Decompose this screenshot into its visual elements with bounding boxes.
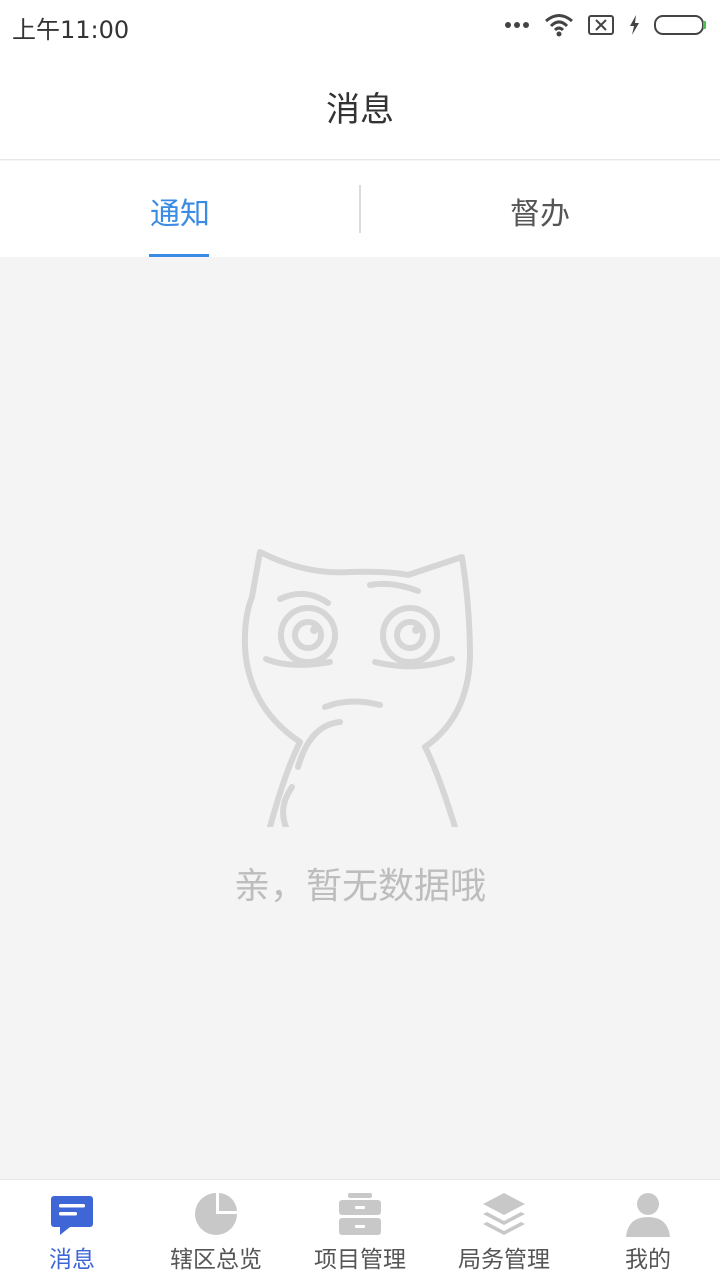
battery-icon	[654, 15, 706, 35]
message-icon	[51, 1196, 93, 1235]
person-icon	[626, 1193, 670, 1237]
tab-supervise-label: 督办	[510, 197, 570, 232]
tab-bar: 通知 督办	[0, 161, 720, 257]
empty-state-message: 亲，暂无数据哦	[233, 866, 486, 907]
nav-item-project-management[interactable]: 项目管理	[288, 1180, 432, 1280]
tab-notice[interactable]: 通知	[0, 161, 360, 257]
nav-item-mine[interactable]: 我的	[576, 1180, 720, 1280]
bottom-nav: 消息 辖区总览 项目管理 局务管理 我的	[0, 1179, 720, 1280]
nav-item-bureau-management[interactable]: 局务管理	[432, 1180, 576, 1280]
status-bar: 上午11:00	[0, 0, 720, 52]
nav-label-messages: 消息	[49, 1247, 95, 1273]
cabinet-icon	[339, 1193, 381, 1235]
no-sim-icon	[588, 15, 614, 35]
app-bar: 消息	[0, 52, 720, 160]
nav-label-bureau-management: 局务管理	[458, 1247, 550, 1273]
nav-label-project-management: 项目管理	[314, 1247, 406, 1273]
pie-chart-icon	[195, 1193, 237, 1235]
sad-cat-illustration	[241, 549, 473, 827]
nav-item-district-overview[interactable]: 辖区总览	[144, 1180, 288, 1280]
layers-icon	[483, 1193, 525, 1235]
tab-notice-label: 通知	[150, 197, 210, 232]
tab-supervise[interactable]: 督办	[360, 161, 720, 257]
page-title: 消息	[326, 90, 394, 130]
more-dots-icon	[505, 22, 529, 28]
nav-label-district-overview: 辖区总览	[170, 1247, 262, 1273]
status-icons	[504, 10, 708, 40]
empty-content-area: 亲，暂无数据哦	[0, 257, 720, 1179]
nav-item-messages[interactable]: 消息	[0, 1180, 144, 1280]
charging-icon	[630, 15, 639, 35]
wifi-icon	[545, 14, 573, 37]
nav-label-mine: 我的	[625, 1247, 671, 1273]
status-time: 上午11:00	[12, 16, 130, 44]
